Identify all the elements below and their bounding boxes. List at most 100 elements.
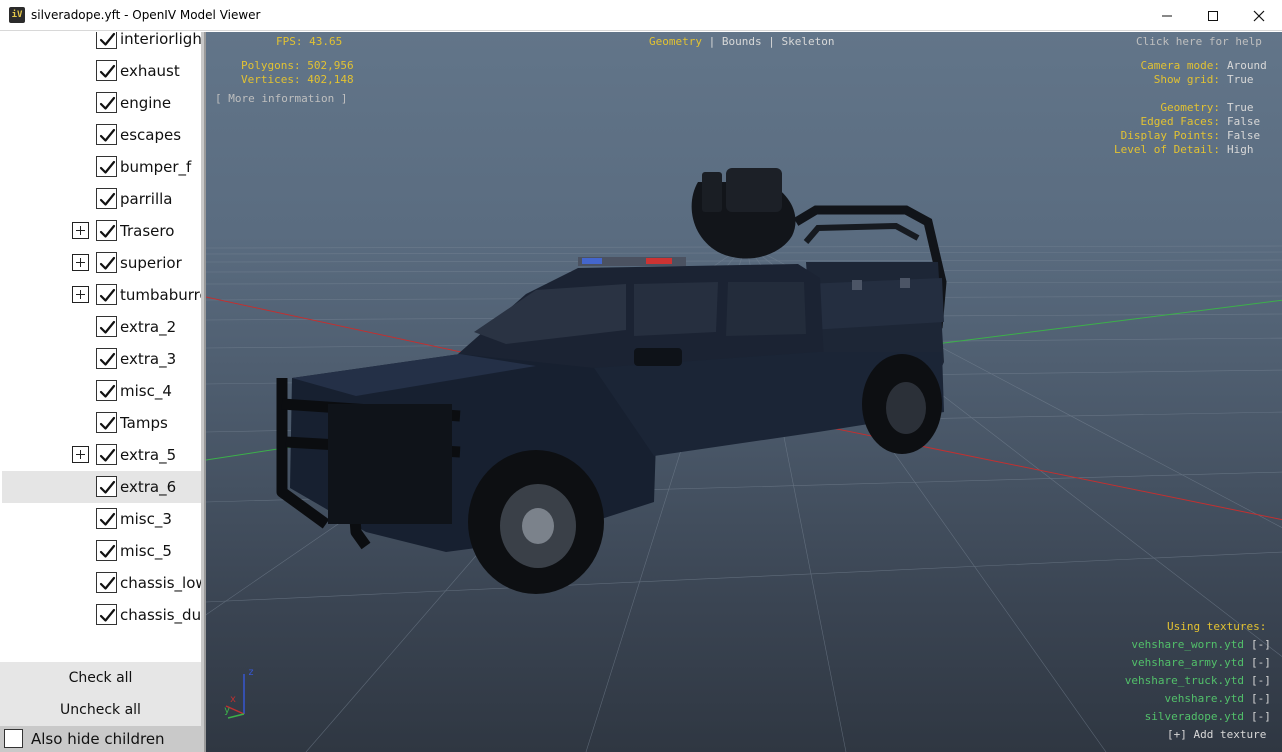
fps-readout: FPS: 43.65 (276, 35, 343, 48)
texture-name: silveradope.ytd (1144, 710, 1244, 723)
tree-item[interactable]: misc_4 (2, 375, 201, 407)
3d-viewport[interactable]: z x y FPS: 43.65 Polygons: 502,956 Verti… (204, 32, 1282, 752)
texture-name: vehshare_truck.ytd (1124, 674, 1244, 687)
setting-value[interactable]: Around (1227, 59, 1267, 73)
tree-item[interactable]: Tamps (2, 407, 201, 439)
setting-value[interactable]: High (1227, 143, 1254, 157)
tree-item[interactable]: interiorlight (2, 32, 201, 55)
uncheck-all-button[interactable]: Uncheck all (0, 694, 201, 726)
tree-item-checkbox[interactable] (96, 412, 117, 433)
tree-item-checkbox[interactable] (96, 92, 117, 113)
tree-item-checkbox[interactable] (96, 604, 117, 625)
minimize-button[interactable] (1144, 0, 1190, 31)
tree-item-checkbox[interactable] (96, 188, 117, 209)
tree-item-label: chassis_lowlod (120, 574, 201, 592)
help-link[interactable]: Click here for help (1136, 35, 1262, 49)
model-parts-tree[interactable]: interiorlight exhaust engine escapes bumper_… (0, 32, 201, 660)
expand-plus-icon[interactable] (72, 222, 89, 239)
tree-item-label: engine (120, 94, 172, 112)
tree-item[interactable]: chassis_dummy (2, 599, 201, 631)
more-information-link[interactable]: [ More information ] (215, 92, 347, 106)
remove-texture-button[interactable]: [-] (1251, 638, 1271, 652)
world-y-axis-green-far (935, 299, 1282, 345)
tree-item-label: exhaust (120, 62, 180, 80)
tree-item[interactable]: extra_2 (2, 311, 201, 343)
tree-item-checkbox[interactable] (96, 252, 117, 273)
checkmark-icon (99, 128, 116, 142)
setting-value[interactable]: False (1227, 115, 1260, 129)
expand-plus-icon[interactable] (72, 446, 89, 463)
tree-item-checkbox[interactable] (96, 348, 117, 369)
checkmark-icon (99, 544, 116, 558)
tree-item-label: escapes (120, 126, 182, 144)
bounds-mode-link[interactable]: Bounds (722, 35, 762, 48)
tree-item[interactable]: escapes (2, 119, 201, 151)
checkmark-icon (99, 352, 116, 366)
tree-item-checkbox[interactable] (96, 380, 117, 401)
checkmark-icon (99, 96, 116, 110)
checkmark-icon (99, 512, 116, 526)
tree-item[interactable]: tumbaburros (2, 279, 201, 311)
tree-item[interactable]: extra_6 (2, 471, 201, 503)
mode-separator: | (768, 35, 775, 48)
add-texture-link[interactable]: [+] Add texture (1167, 728, 1266, 742)
axis-y-label: y (224, 705, 231, 716)
tree-item-checkbox[interactable] (96, 540, 117, 561)
tree-item[interactable]: Trasero (2, 215, 201, 247)
title-bar: iV silveradope.yft - OpenIV Model Viewer (0, 0, 1282, 31)
geometry-mode-link[interactable]: Geometry (649, 35, 702, 48)
truck-model (276, 168, 947, 594)
checkmark-icon (99, 416, 116, 430)
tree-item[interactable]: bumper_f (2, 151, 201, 183)
tree-item-label: extra_2 (120, 318, 177, 336)
tree-item-checkbox[interactable] (96, 156, 117, 177)
tree-item-label: chassis_dummy (120, 606, 201, 624)
tree-item-checkbox[interactable] (96, 284, 117, 305)
setting-key: Edged Faces: (1140, 115, 1220, 128)
tree-item-label: extra_3 (120, 350, 177, 368)
tree-item-checkbox[interactable] (96, 508, 117, 529)
checkmark-icon (99, 608, 116, 622)
tree-item-label: tumbaburros (120, 286, 201, 304)
maximize-button[interactable] (1190, 0, 1236, 31)
tree-item[interactable]: exhaust (2, 55, 201, 87)
expand-plus-icon[interactable] (72, 286, 89, 303)
skeleton-mode-link[interactable]: Skeleton (781, 35, 834, 48)
tree-item-checkbox[interactable] (96, 220, 117, 241)
tree-item[interactable]: chassis_lowlod (2, 567, 201, 599)
checkmark-icon (99, 32, 116, 46)
tree-item[interactable]: parrilla (2, 183, 201, 215)
tree-item-checkbox[interactable] (96, 316, 117, 337)
tree-item-checkbox[interactable] (96, 572, 117, 593)
remove-texture-button[interactable]: [-] (1251, 674, 1271, 688)
remove-texture-button[interactable]: [-] (1251, 692, 1271, 706)
remove-texture-button[interactable]: [-] (1251, 710, 1271, 724)
tree-item-checkbox[interactable] (96, 444, 117, 465)
expand-plus-icon[interactable] (72, 254, 89, 271)
tree-item[interactable]: engine (2, 87, 201, 119)
close-button[interactable] (1236, 0, 1282, 31)
tree-item-label: extra_5 (120, 446, 177, 464)
polygons-readout: Polygons: 502,956 (241, 59, 354, 72)
tree-item[interactable]: extra_3 (2, 343, 201, 375)
setting-value[interactable]: True (1227, 73, 1254, 87)
tree-item-checkbox[interactable] (96, 476, 117, 497)
tree-item-checkbox[interactable] (96, 124, 117, 145)
also-hide-children-label: Also hide children (31, 730, 165, 748)
setting-value[interactable]: False (1227, 129, 1260, 143)
check-all-button[interactable]: Check all (0, 662, 201, 694)
also-hide-children-checkbox[interactable] (4, 729, 23, 748)
tree-item-checkbox[interactable] (96, 60, 117, 81)
openiv-app-icon: iV (9, 7, 25, 23)
also-hide-children-option[interactable]: Also hide children (0, 726, 204, 752)
remove-texture-button[interactable]: [-] (1251, 656, 1271, 670)
tree-item[interactable]: misc_3 (2, 503, 201, 535)
tree-item[interactable]: superior (2, 247, 201, 279)
checkmark-icon (99, 384, 116, 398)
texture-name: vehshare.ytd (1164, 692, 1244, 705)
vertices-readout: Vertices: 402,148 (241, 73, 354, 86)
tree-item[interactable]: extra_5 (2, 439, 201, 471)
tree-item-checkbox[interactable] (96, 32, 117, 49)
tree-item[interactable]: misc_5 (2, 535, 201, 567)
setting-value[interactable]: True (1227, 101, 1254, 115)
